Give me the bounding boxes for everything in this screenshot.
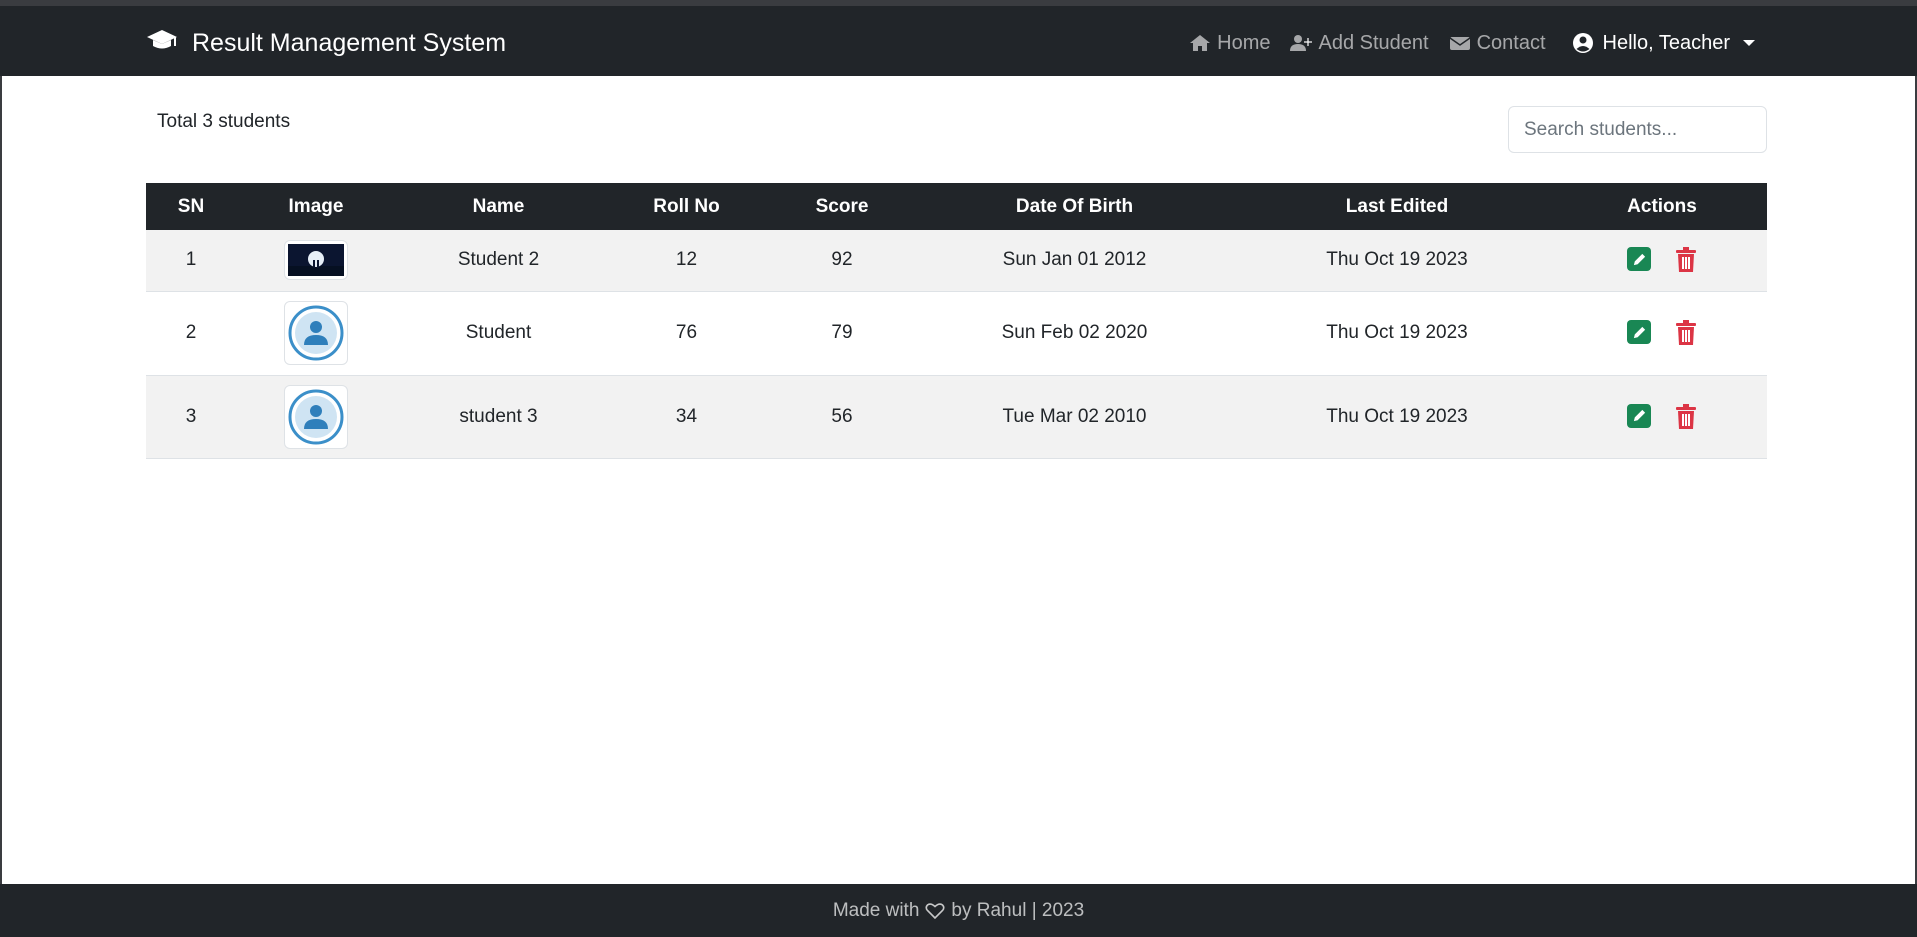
cell-score: 56	[831, 405, 853, 427]
cell-image	[236, 375, 396, 458]
table-header-row: SN Image Name Roll No Score Date Of Birt…	[146, 183, 1767, 230]
students-table: SN Image Name Roll No Score Date Of Birt…	[146, 183, 1767, 459]
cell-name: Student 2	[457, 249, 540, 271]
footer-prefix: Made with	[832, 899, 920, 921]
home-icon	[1190, 35, 1211, 51]
cell-sn: 3	[185, 405, 197, 427]
heart-icon	[925, 902, 945, 919]
student-photo[interactable]	[284, 301, 348, 365]
col-sn: SN	[177, 195, 205, 217]
nav-links: Home Add Student Contact Hello, Teacher	[1189, 28, 1755, 58]
cell-roll: 12	[675, 249, 698, 271]
delete-button[interactable]	[1675, 320, 1697, 346]
user-greeting: Hello, Teacher	[1602, 31, 1730, 54]
trash-icon	[1676, 320, 1696, 345]
cell-actions	[1557, 230, 1767, 291]
edit-button[interactable]	[1627, 320, 1651, 344]
cell-name: Student	[465, 322, 532, 343]
envelope-icon	[1449, 37, 1471, 50]
nav-home-label: Home	[1217, 31, 1271, 54]
user-circle-icon	[1572, 33, 1593, 53]
user-plus-icon	[1290, 35, 1313, 51]
student-photo[interactable]	[284, 240, 348, 281]
chevron-down-icon	[1743, 40, 1755, 46]
cell-image	[236, 291, 396, 375]
col-last-edited: Last Edited	[1345, 195, 1449, 217]
nav-add-student-label: Add Student	[1318, 31, 1429, 54]
cell-last-edited: Thu Oct 19 2023	[1326, 405, 1468, 427]
cell-dob: Sun Feb 02 2020	[1001, 322, 1148, 343]
cell-sn: 1	[185, 249, 197, 271]
cell-name: student 3	[459, 405, 538, 427]
cell-image	[236, 230, 396, 291]
cell-last-edited: Thu Oct 19 2023	[1326, 322, 1468, 343]
col-actions: Actions	[1627, 195, 1697, 217]
graduation-cap-icon	[146, 28, 178, 59]
pencil-icon	[1633, 409, 1645, 422]
nav-add-student[interactable]: Add Student	[1290, 31, 1429, 55]
navbar: Result Management System Home Add Studen…	[0, 6, 1917, 76]
student-photo[interactable]	[284, 384, 348, 449]
cell-score: 79	[831, 322, 853, 343]
user-dropdown[interactable]: Hello, Teacher	[1572, 32, 1755, 55]
search-input[interactable]	[1508, 106, 1767, 153]
cell-roll: 34	[675, 405, 698, 427]
cell-actions	[1557, 375, 1767, 458]
col-image: Image	[288, 195, 344, 217]
edit-button[interactable]	[1627, 247, 1651, 272]
pencil-icon	[1633, 326, 1645, 338]
delete-button[interactable]	[1675, 403, 1697, 430]
edit-button[interactable]	[1627, 403, 1651, 428]
cell-dob: Tue Mar 02 2010	[1002, 405, 1147, 427]
table-row: 3 student 3 34 56 Tue Mar 02 2010 Thu Oc…	[146, 375, 1767, 458]
footer-suffix: by Rahul | 2023	[951, 899, 1085, 921]
window-frame-left	[0, 76, 2, 884]
student-count: Total 3 students	[157, 111, 291, 132]
nav-contact[interactable]: Contact	[1449, 32, 1546, 55]
col-dob: Date Of Birth	[1015, 195, 1134, 217]
cell-actions	[1557, 291, 1767, 375]
cell-sn: 2	[185, 322, 197, 343]
avatar-icon	[288, 389, 344, 444]
trash-icon	[1676, 247, 1696, 273]
cell-last-edited: Thu Oct 19 2023	[1326, 249, 1468, 271]
nav-home[interactable]: Home	[1189, 32, 1270, 55]
nav-contact-label: Contact	[1476, 31, 1546, 54]
col-name: Name	[472, 195, 525, 217]
footer: Made with by Rahul | 2023	[0, 884, 1917, 937]
delete-button[interactable]	[1675, 247, 1697, 273]
table-row: 2 Student 76 79 Sun Feb 02 2020 Thu Oct …	[146, 291, 1767, 375]
brand-title: Result Management System	[192, 28, 507, 57]
cell-roll: 76	[675, 322, 698, 343]
cell-score: 92	[831, 249, 853, 271]
col-score: Score	[815, 195, 869, 217]
brand[interactable]: Result Management System	[146, 28, 506, 58]
avatar-icon	[288, 305, 344, 361]
table-row: 1 Student 2 12 92 Sun Jan 01 2012 Thu Oc…	[146, 230, 1767, 291]
pencil-icon	[1633, 253, 1645, 265]
col-roll: Roll No	[653, 195, 720, 217]
trash-icon	[1676, 403, 1696, 429]
cell-dob: Sun Jan 01 2012	[1002, 249, 1147, 271]
